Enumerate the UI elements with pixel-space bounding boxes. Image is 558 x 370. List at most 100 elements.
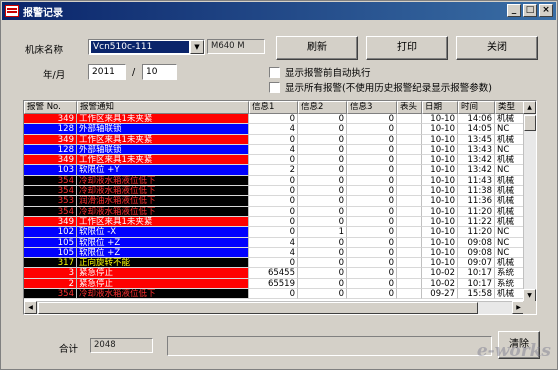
cell-msg: 工作区来具1未夹紧 [77, 216, 249, 228]
cell-i2: 1 [298, 227, 347, 238]
cell-type: 机械 [495, 134, 525, 145]
print-button[interactable]: 打印 [366, 36, 448, 60]
cell-date: 10-10 [422, 216, 458, 228]
column-header[interactable]: 信息2 [298, 101, 347, 114]
scroll-up-icon[interactable]: ▲ [523, 101, 536, 114]
table-row[interactable]: 3 紧急停止 65455 0 0 10-02 10:17 系统 [24, 268, 525, 279]
cell-i1: 4 [249, 124, 298, 135]
cell-date: 10-10 [422, 247, 458, 259]
table-row[interactable]: 354 冷却液水箱液位低下 0 0 0 10-10 11:43 机械 [24, 175, 525, 187]
refresh-button[interactable]: 刷新 [276, 36, 358, 60]
machine-select[interactable]: Vcn510c-111 ▼ [88, 39, 205, 55]
table-row[interactable]: 354 冷却液水箱液位低下 0 0 0 10-10 11:20 机械 [24, 206, 525, 217]
month-field[interactable]: 10 [142, 64, 177, 80]
cell-i3: 0 [347, 247, 397, 259]
cell-no: 317 [24, 258, 77, 269]
cell-no: 349 [24, 216, 77, 228]
table-row[interactable]: 128 外部轴联锁 4 0 0 10-10 14:05 NC [24, 124, 525, 135]
checkbox-box[interactable] [269, 66, 280, 78]
minimize-button[interactable]: _ [507, 4, 521, 17]
cell-time: 09:08 [458, 247, 495, 259]
cell-i2: 0 [298, 114, 347, 125]
table-row[interactable]: 349 工作区来具1未夹紧 0 0 0 10-10 13:45 机械 [24, 134, 525, 145]
scroll-left-icon[interactable]: ◀ [24, 301, 37, 314]
close-window-button[interactable]: × [539, 4, 553, 17]
cell-msg: 正向旋转不能 [77, 258, 249, 269]
column-header[interactable]: 时间 [458, 101, 495, 114]
cell-no: 354 [24, 186, 77, 197]
alarm-record-window: 报警记录 _ □ × 机床名称 Vcn510c-111 ▼ M640 M 年/月… [0, 0, 558, 370]
cell-hd [397, 216, 422, 228]
horizontal-scrollbar[interactable]: ◀ ▶ [24, 301, 525, 314]
column-header[interactable]: 表头 [397, 101, 422, 114]
table-row[interactable]: 103 软限位 +Y 2 0 0 10-10 13:42 NC [24, 165, 525, 176]
cell-i2: 0 [298, 247, 347, 259]
cell-time: 11:22 [458, 216, 495, 228]
table-row[interactable]: 317 正向旋转不能 0 0 0 10-10 09:07 机械 [24, 258, 525, 269]
cell-time: 14:06 [458, 114, 495, 125]
vertical-scrollbar[interactable]: ▲ ▼ [523, 101, 536, 302]
cell-hd [397, 247, 422, 259]
cell-hd [397, 289, 422, 300]
cell-time: 11:38 [458, 186, 495, 197]
cell-hd [397, 165, 422, 176]
cell-i1: 65455 [249, 268, 298, 279]
column-header[interactable]: 类型 [495, 101, 525, 114]
column-header[interactable]: 报警 No. [24, 101, 77, 114]
cell-i1: 0 [249, 155, 298, 166]
close-button[interactable]: 关闭 [456, 36, 538, 60]
cell-i2: 0 [298, 258, 347, 269]
cell-date: 10-10 [422, 196, 458, 207]
title-bar[interactable]: 报警记录 _ □ × [2, 2, 556, 20]
cell-i3: 0 [347, 278, 397, 290]
cell-hd [397, 258, 422, 269]
table-row[interactable]: 349 工作区来具1未夹紧 0 0 0 10-10 11:22 机械 [24, 216, 525, 228]
table-row[interactable]: 353 润滑油水箱液位低下 0 0 0 10-10 11:36 机械 [24, 196, 525, 207]
cell-i1: 65519 [249, 278, 298, 290]
show-all-label: 显示所有报警(不使用历史报警纪录显示报警参数) [285, 83, 492, 94]
table-row[interactable]: 354 冷却液水箱液位低下 0 0 0 09-27 15:58 机械 [24, 289, 525, 300]
cell-date: 10-10 [422, 144, 458, 156]
table-row[interactable]: 2 紧急停止 65519 0 0 10-02 10:17 系统 [24, 278, 525, 290]
chevron-down-icon[interactable]: ▼ [190, 40, 204, 54]
show-all-checkbox[interactable]: 显示所有报警(不使用历史报警纪录显示报警参数) [269, 80, 492, 94]
cell-hd [397, 114, 422, 125]
auto-exec-checkbox[interactable]: 显示报警前自动执行 [269, 65, 371, 79]
maximize-button[interactable]: □ [523, 4, 537, 17]
table-row[interactable]: 349 工作区来具1未夹紧 0 0 0 10-10 14:06 机械 [24, 114, 525, 125]
checkbox-box[interactable] [269, 81, 280, 93]
cell-time: 10:17 [458, 268, 495, 279]
column-header[interactable]: 日期 [422, 101, 458, 114]
cell-date: 10-10 [422, 114, 458, 125]
column-header[interactable]: 信息1 [249, 101, 298, 114]
table-row[interactable]: 102 软限位 -X 0 1 0 10-10 11:20 NC [24, 227, 525, 238]
table-row[interactable]: 128 外部轴联锁 4 0 0 10-10 13:43 NC [24, 144, 525, 156]
table-row[interactable]: 105 软限位 +Z 4 0 0 10-10 09:08 NC [24, 237, 525, 248]
cell-i1: 0 [249, 196, 298, 207]
table-row[interactable]: 105 软限位 +Z 4 0 0 10-10 09:08 NC [24, 247, 525, 259]
column-header[interactable]: 信息3 [347, 101, 397, 114]
cell-time: 11:43 [458, 175, 495, 187]
cell-i3: 0 [347, 206, 397, 217]
vertical-scroll-thumb[interactable] [524, 115, 536, 131]
cell-i2: 0 [298, 175, 347, 187]
cell-time: 14:05 [458, 124, 495, 135]
cell-no: 349 [24, 155, 77, 166]
cell-date: 10-10 [422, 186, 458, 197]
table-row[interactable]: 349 工作区来具1未夹紧 0 0 0 10-10 13:42 机械 [24, 155, 525, 166]
year-field[interactable]: 2011 [88, 64, 126, 80]
cell-hd [397, 155, 422, 166]
cell-i3: 0 [347, 124, 397, 135]
horizontal-scroll-thumb[interactable] [38, 302, 478, 314]
cell-hd [397, 175, 422, 187]
cell-no: 354 [24, 175, 77, 187]
column-header[interactable]: 报警通知 [77, 101, 249, 114]
cell-type: NC [495, 165, 525, 176]
table-header: 报警 No. 报警通知 信息1 信息2 信息3 表头 日期 时间 类型 [24, 101, 525, 114]
table-row[interactable]: 354 冷却液水箱液位低下 0 0 0 10-10 11:38 机械 [24, 186, 525, 197]
cell-type: NC [495, 237, 525, 248]
cell-date: 10-10 [422, 124, 458, 135]
cell-i3: 0 [347, 134, 397, 145]
alarm-table[interactable]: 报警 No. 报警通知 信息1 信息2 信息3 表头 日期 时间 类型 349 工作区来具1未夹紧… [23, 100, 537, 315]
cell-no: 354 [24, 206, 77, 217]
